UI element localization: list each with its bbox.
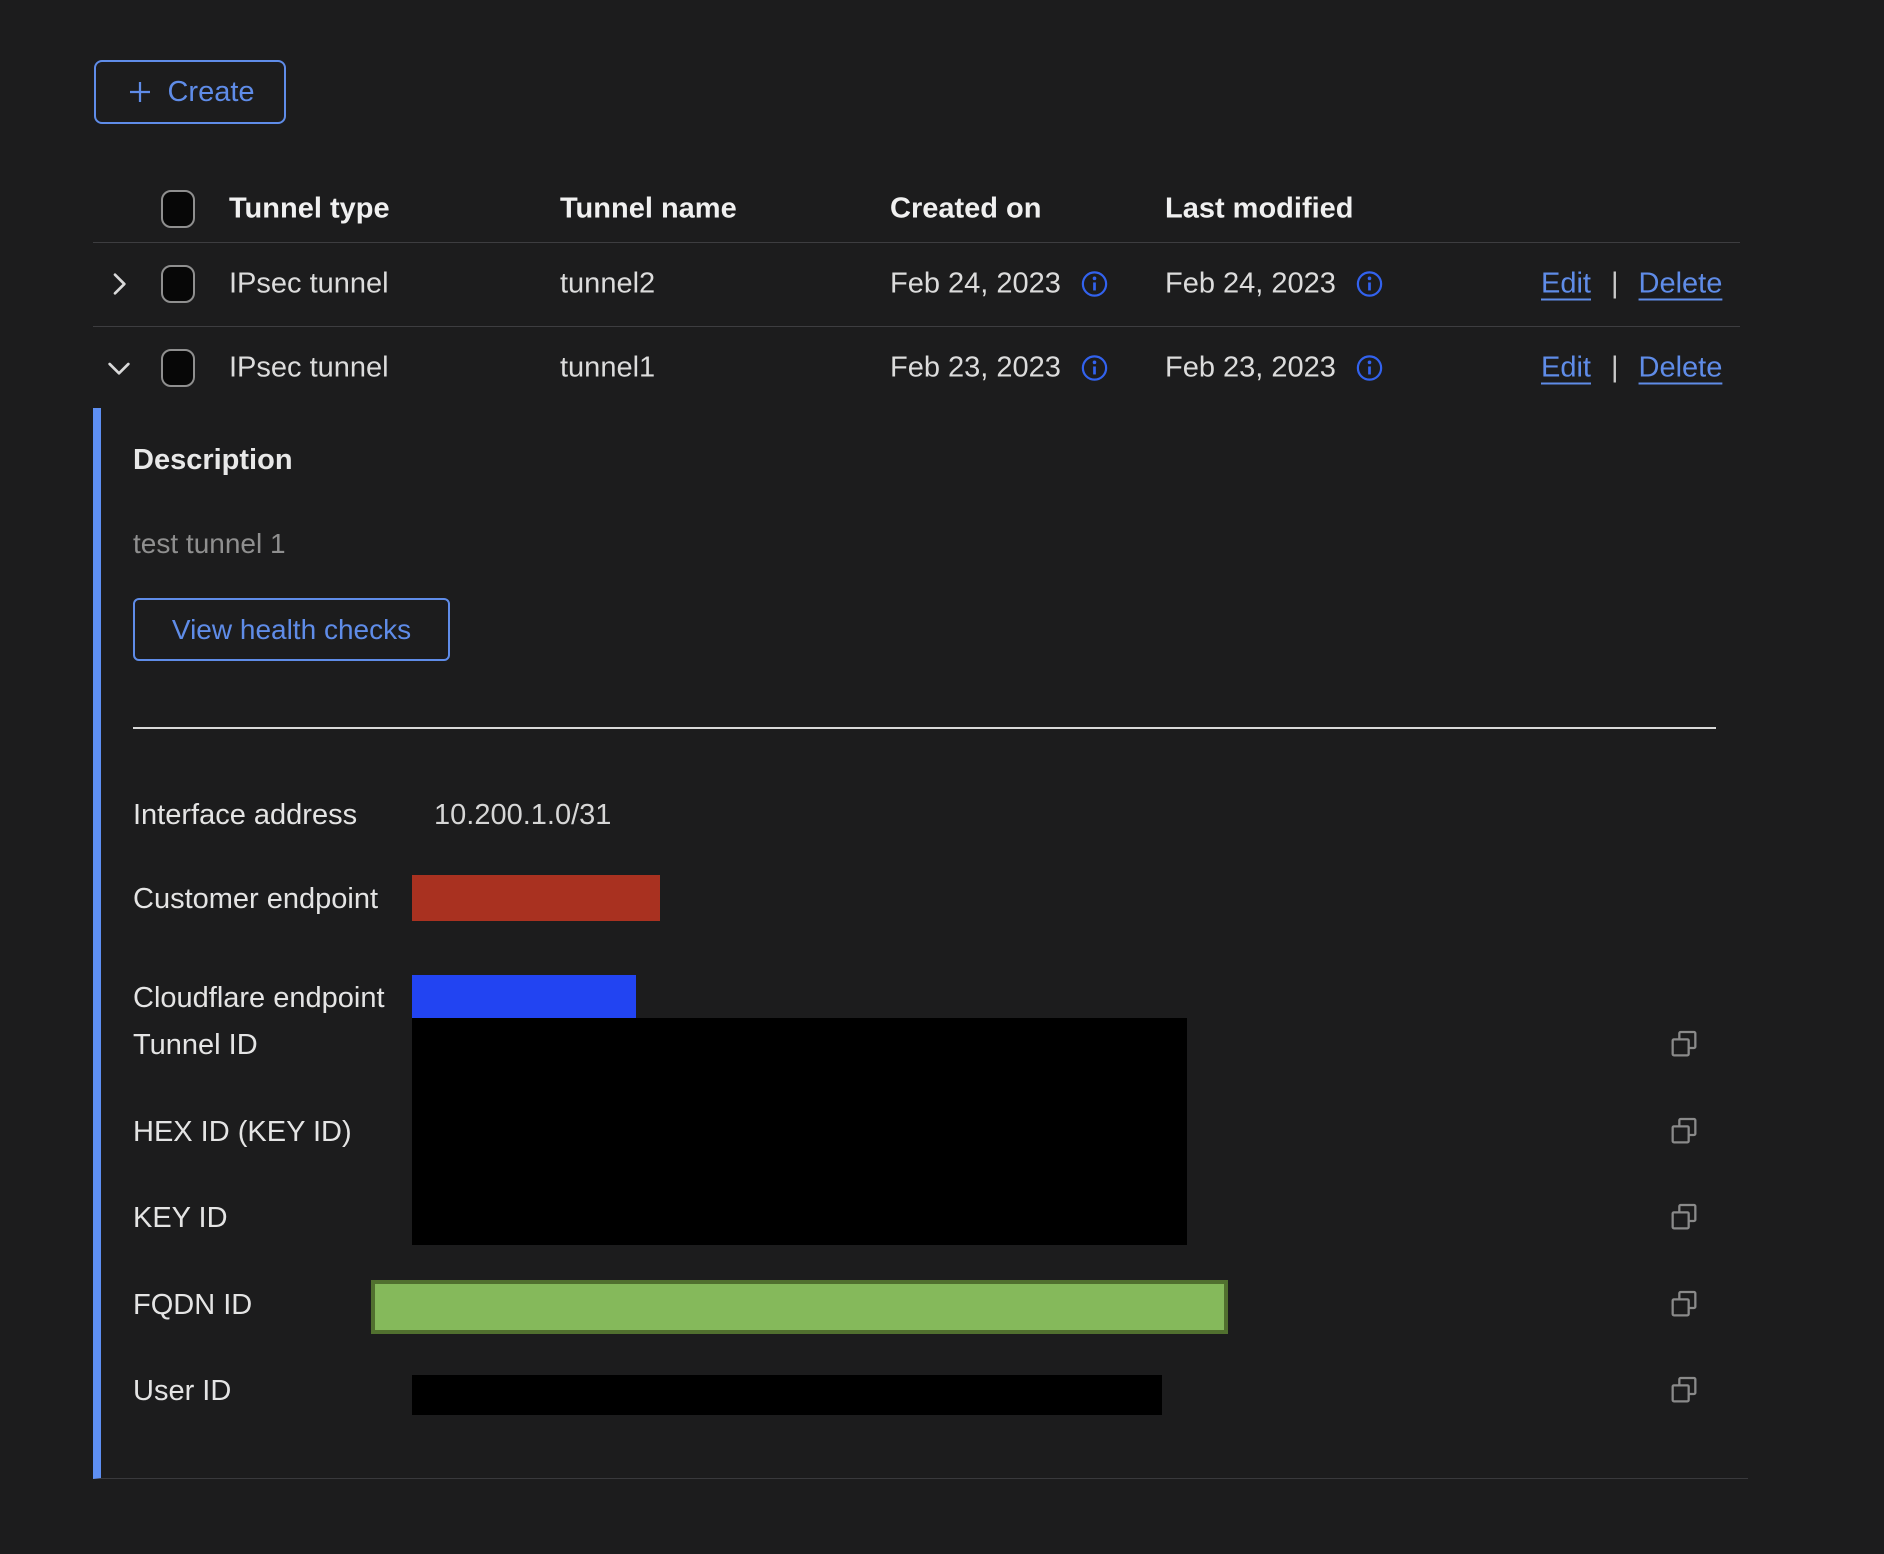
column-header-last-modified: Last modified xyxy=(1165,193,1354,226)
collapse-row-button[interactable] xyxy=(103,352,135,384)
interface-address-label: Interface address xyxy=(133,799,357,832)
last-modified-cell: Feb 24, 2023 xyxy=(1165,268,1336,301)
info-icon[interactable] xyxy=(1354,352,1385,383)
tunnel-type-cell: IPsec tunnel xyxy=(229,268,389,301)
user-id-label: User ID xyxy=(133,1375,231,1408)
expanded-row-panel: Description test tunnel 1 View health ch… xyxy=(93,408,1748,1479)
fqdn-id-redacted-value xyxy=(371,1280,1228,1334)
tunnel-name-cell: tunnel1 xyxy=(560,351,655,384)
plus-icon xyxy=(125,77,155,107)
copy-key-id-button[interactable] xyxy=(1668,1201,1700,1233)
hex-id-label: HEX ID (KEY ID) xyxy=(133,1116,352,1149)
row-checkbox[interactable] xyxy=(161,265,195,303)
copy-icon xyxy=(1668,1201,1700,1233)
table-row: IPsec tunnel tunnel2 Feb 24, 2023 Feb 24… xyxy=(93,242,1740,327)
create-button[interactable]: Create xyxy=(94,60,286,124)
tunnel-type-cell: IPsec tunnel xyxy=(229,351,389,384)
cloudflare-endpoint-redacted-value xyxy=(412,975,636,1020)
last-modified-cell: Feb 23, 2023 xyxy=(1165,351,1336,384)
copy-user-id-button[interactable] xyxy=(1668,1374,1700,1406)
info-icon[interactable] xyxy=(1079,269,1110,300)
copy-hex-id-button[interactable] xyxy=(1668,1115,1700,1147)
view-health-checks-button[interactable]: View health checks xyxy=(133,598,450,661)
customer-endpoint-redacted-value xyxy=(412,875,660,921)
delete-link[interactable]: Delete xyxy=(1639,268,1723,301)
copy-icon xyxy=(1668,1374,1700,1406)
copy-fqdn-id-button[interactable] xyxy=(1668,1288,1700,1320)
column-header-tunnel-name: Tunnel name xyxy=(560,193,737,226)
action-separator: | xyxy=(1611,268,1619,301)
description-value: test tunnel 1 xyxy=(133,528,286,560)
cloudflare-endpoint-label: Cloudflare endpoint xyxy=(133,982,385,1015)
ids-redacted-value xyxy=(412,1018,1187,1245)
table-header: Tunnel type Tunnel name Created on Last … xyxy=(93,176,1740,243)
created-on-cell: Feb 23, 2023 xyxy=(890,351,1061,384)
row-checkbox[interactable] xyxy=(161,349,195,387)
select-all-checkbox[interactable] xyxy=(161,190,195,228)
copy-icon xyxy=(1668,1288,1700,1320)
chevron-right-icon xyxy=(103,268,135,300)
chevron-down-icon xyxy=(103,352,135,384)
column-header-tunnel-type: Tunnel type xyxy=(229,193,390,226)
ipsec-tunnels-page: Create Tunnel type Tunnel name Created o… xyxy=(0,0,1884,1554)
description-label: Description xyxy=(133,444,293,477)
edit-link[interactable]: Edit xyxy=(1541,268,1591,301)
copy-icon xyxy=(1668,1115,1700,1147)
fqdn-id-label: FQDN ID xyxy=(133,1289,252,1322)
tunnel-name-cell: tunnel2 xyxy=(560,268,655,301)
expand-row-button[interactable] xyxy=(103,268,135,300)
tunnel-id-label: Tunnel ID xyxy=(133,1029,258,1062)
table-row: IPsec tunnel tunnel1 Feb 23, 2023 Feb 23… xyxy=(93,327,1740,408)
edit-link[interactable]: Edit xyxy=(1541,351,1591,384)
copy-icon xyxy=(1668,1028,1700,1060)
customer-endpoint-label: Customer endpoint xyxy=(133,883,378,916)
created-on-cell: Feb 24, 2023 xyxy=(890,268,1061,301)
delete-link[interactable]: Delete xyxy=(1639,351,1723,384)
user-id-redacted-value xyxy=(412,1375,1162,1415)
interface-address-value: 10.200.1.0/31 xyxy=(434,799,611,832)
copy-tunnel-id-button[interactable] xyxy=(1668,1028,1700,1060)
info-icon[interactable] xyxy=(1079,352,1110,383)
section-divider xyxy=(133,727,1716,729)
info-icon[interactable] xyxy=(1354,269,1385,300)
action-separator: | xyxy=(1611,351,1619,384)
create-button-label: Create xyxy=(167,76,254,109)
column-header-created-on: Created on xyxy=(890,193,1041,226)
key-id-label: KEY ID xyxy=(133,1202,228,1235)
